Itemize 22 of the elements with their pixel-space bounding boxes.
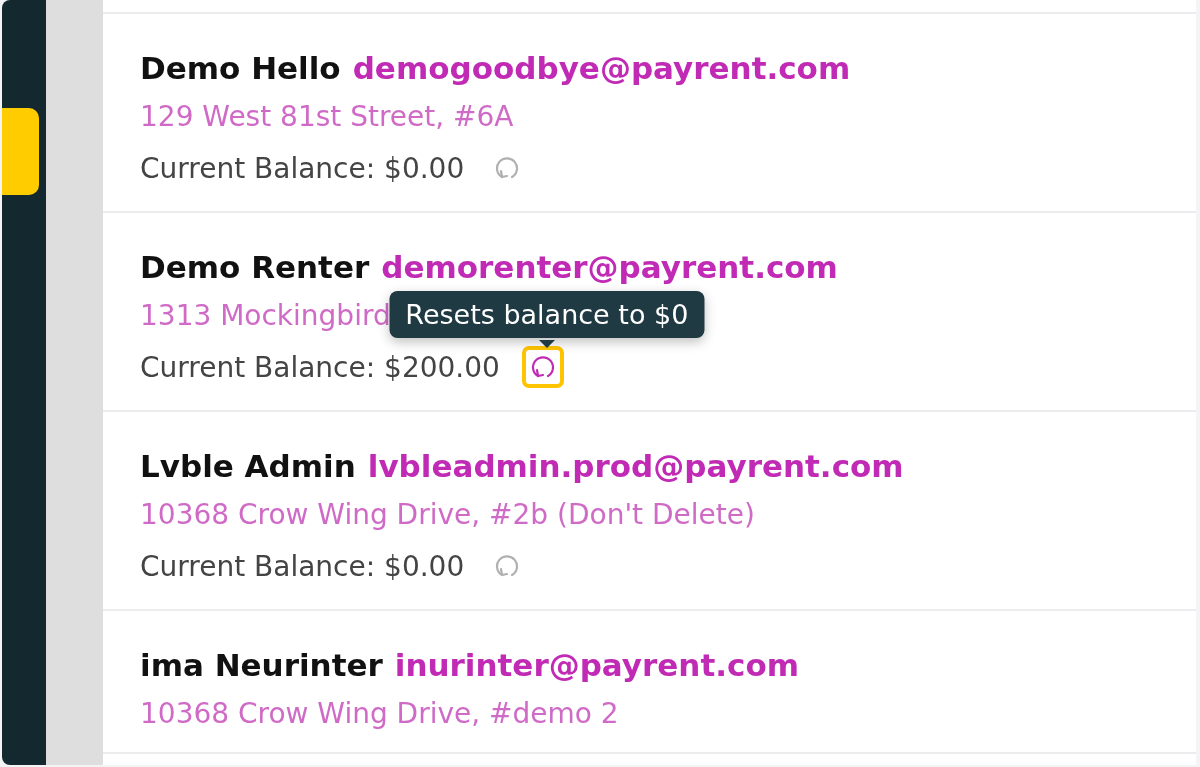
reset-icon xyxy=(494,155,521,181)
renter-email: demogoodbye@payrent.com xyxy=(352,50,851,86)
sidebar-tab[interactable] xyxy=(2,108,39,195)
renter-name: Demo Hello xyxy=(140,50,341,86)
renter-name: ima Neurinter xyxy=(140,647,383,683)
balance-text: Current Balance: $200.00 xyxy=(140,350,500,384)
renter-name: Demo Renter xyxy=(140,249,370,285)
balance-text: Current Balance: $0.00 xyxy=(140,549,465,583)
tooltip-arrow-icon xyxy=(538,340,555,348)
renter-address[interactable]: 1313 Mockingbird xyxy=(140,299,391,332)
renter-name: Lvble Admin xyxy=(140,448,356,484)
reset-icon xyxy=(529,354,556,380)
tooltip: Resets balance to $0 xyxy=(389,291,705,338)
renter-email: lvbleadmin.prod@payrent.com xyxy=(367,448,904,484)
renter-address[interactable]: 10368 Crow Wing Drive, #2b (Don't Delete) xyxy=(140,498,755,531)
balance-text: Current Balance: $0.00 xyxy=(140,151,465,185)
reset-icon xyxy=(494,553,521,579)
reset-button[interactable] xyxy=(521,346,564,388)
renter-email: inurinter@payrent.com xyxy=(394,647,799,683)
renter-address[interactable]: 10368 Crow Wing Drive, #demo 2 xyxy=(140,697,619,730)
renter-email: demorenter@payrent.com xyxy=(381,249,838,285)
renter-address[interactable]: 129 West 81st Street, #6A xyxy=(140,100,514,133)
